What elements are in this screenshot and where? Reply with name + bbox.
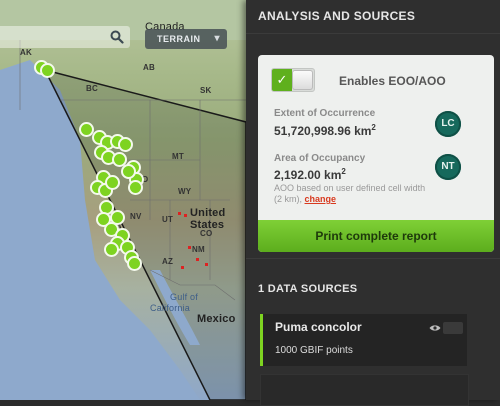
terrain-dropdown-label: TERRAIN: [157, 34, 201, 44]
eye-icon[interactable]: [429, 324, 441, 332]
panel-title: ANALYSIS AND SOURCES: [258, 9, 416, 23]
visibility-toggle[interactable]: [443, 322, 463, 334]
map-label-nv: NV: [130, 212, 142, 221]
map-label-ak: AK: [20, 48, 32, 57]
map-point-minor: [184, 214, 187, 217]
toggle-knob[interactable]: [292, 70, 313, 90]
occurrence-point[interactable]: [127, 256, 142, 271]
map-label-nm: NM: [192, 245, 205, 254]
occurrence-point[interactable]: [121, 164, 136, 179]
map-point-minor: [205, 263, 208, 266]
map-point-minor: [188, 246, 191, 249]
eoo-label: Extent of Occurrence: [274, 108, 376, 119]
analysis-panel: ANALYSIS AND SOURCES ✓ Enables EOO/AOO E…: [246, 0, 500, 406]
data-source-count: 1000 GBIF points: [275, 345, 353, 356]
occurrence-point[interactable]: [40, 63, 55, 78]
divider: [246, 33, 500, 34]
map-point-minor: [196, 258, 199, 261]
aoo-label: Area of Occupancy: [274, 153, 366, 164]
data-source-name: Puma concolor: [275, 320, 362, 334]
map-point-minor: [181, 266, 184, 269]
analysis-card: ✓ Enables EOO/AOO Extent of Occurrence 5…: [258, 55, 494, 252]
eoo-value: 51,720,998.96 km2: [274, 123, 376, 138]
data-sources-header: 1 DATA SOURCES: [258, 283, 358, 295]
map-label-wy: WY: [178, 187, 192, 196]
map-label-mt: MT: [172, 152, 184, 161]
data-source-item-partial: [260, 374, 469, 406]
eoo-status-badge: LC: [435, 111, 461, 137]
change-link[interactable]: change: [305, 194, 337, 204]
map-label-bc: BC: [86, 84, 98, 93]
print-report-button[interactable]: Print complete report: [258, 220, 494, 252]
check-icon: ✓: [272, 69, 292, 91]
map-search-bar[interactable]: [0, 26, 130, 48]
data-source-item[interactable]: Puma concolor 1000 GBIF points: [260, 314, 467, 366]
occurrence-point[interactable]: [118, 137, 133, 152]
map-point-minor: [178, 212, 181, 215]
eoo-aoo-toggle[interactable]: ✓: [271, 68, 315, 92]
aoo-note: AOO based on user defined cell width (2 …: [274, 183, 426, 204]
map-label-gulf2: California: [150, 303, 191, 313]
map-label-az: AZ: [162, 257, 174, 266]
terrain-dropdown[interactable]: TERRAIN ▾: [145, 29, 227, 49]
divider: [246, 258, 500, 259]
chevron-down-icon: ▾: [214, 33, 220, 44]
map-label-sk: SK: [200, 86, 212, 95]
eoo-aoo-toggle-label: Enables EOO/AOO: [339, 74, 446, 88]
occurrence-point[interactable]: [105, 175, 120, 190]
map-label-ab: AB: [143, 63, 155, 72]
map-label-ut: UT: [162, 215, 174, 224]
search-icon[interactable]: [110, 30, 124, 44]
occurrence-point[interactable]: [104, 242, 119, 257]
map-label-united-states: United States: [190, 207, 226, 231]
occurrence-point[interactable]: [128, 180, 143, 195]
map-view[interactable]: Canada AK AB BC SK MT ID WY NV UT CO CA …: [0, 0, 252, 400]
aoo-status-badge: NT: [435, 154, 461, 180]
map-label-gulf: Gulf of: [170, 292, 198, 302]
aoo-value: 2,192.00 km2: [274, 167, 346, 182]
map-label-mexico: Mexico: [197, 313, 236, 325]
